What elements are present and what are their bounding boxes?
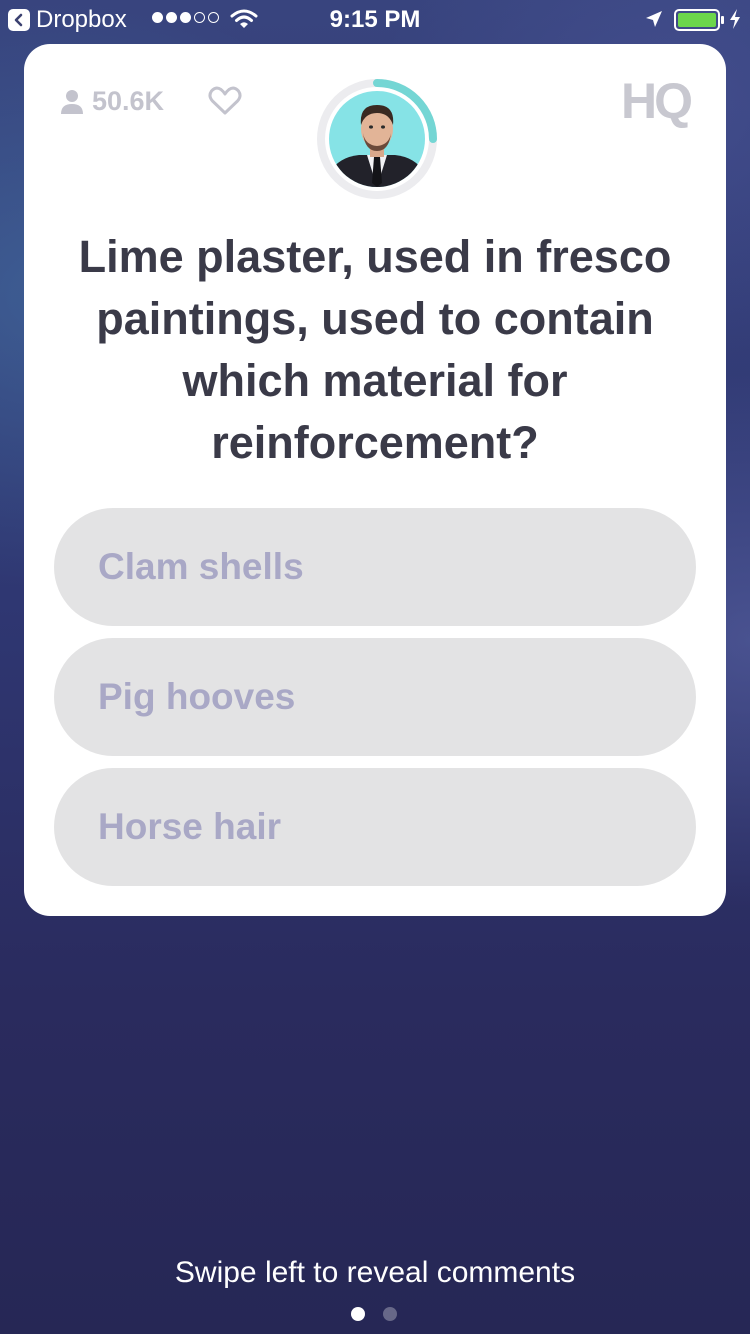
person-icon: [61, 89, 83, 114]
answer-option[interactable]: Clam shells: [54, 508, 696, 626]
host-timer: [316, 78, 438, 200]
viewer-count-label: 50.6K: [92, 86, 165, 116]
page-dot[interactable]: [383, 1307, 397, 1321]
question-card: 50.6K HQ Lime plaster, used in fresco pa…: [24, 44, 726, 916]
viewer-count: 50.6K: [60, 86, 164, 117]
battery-icon: [674, 9, 724, 31]
hq-logo: HQ: [621, 73, 693, 129]
question-text: Lime plaster, used in fresco paintings, …: [78, 231, 672, 468]
answer-option[interactable]: Pig hooves: [54, 638, 696, 756]
page-dot[interactable]: [351, 1307, 365, 1321]
status-time: 9:15 PM: [329, 6, 421, 33]
page-indicator[interactable]: [351, 1307, 397, 1321]
answer-label: Pig hooves: [98, 676, 296, 717]
answer-option[interactable]: Horse hair: [54, 768, 696, 886]
location-arrow-icon: [646, 11, 662, 27]
swipe-hint: Swipe left to reveal comments: [174, 1256, 576, 1289]
battery-fill: [678, 13, 716, 27]
answer-label: Clam shells: [98, 546, 304, 587]
heart-icon[interactable]: [208, 86, 242, 116]
host-avatar: [329, 91, 425, 187]
answer-label: Horse hair: [98, 806, 282, 847]
status-bar: Dropbox 9:15 PM: [0, 0, 750, 40]
lightning-bolt-icon: [730, 9, 740, 29]
